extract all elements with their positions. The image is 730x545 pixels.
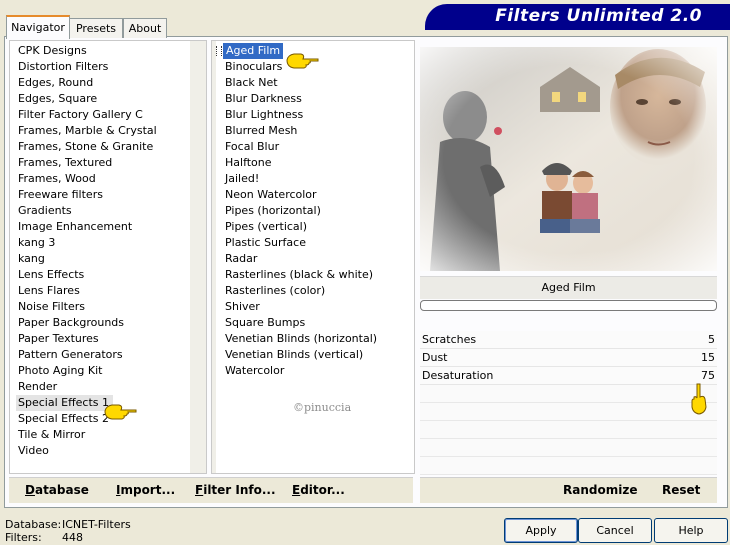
watermark-text: ©pinuccia (293, 401, 352, 414)
param-row-desaturation[interactable]: Desaturation 75 (420, 367, 717, 385)
tab-navigator[interactable]: Navigator (6, 15, 70, 39)
category-item[interactable]: Frames, Marble & Crystal (16, 123, 157, 139)
status-database-value: ICNET-Filters (62, 518, 131, 531)
filter-item[interactable]: Focal Blur (223, 139, 377, 155)
pointer-hand-icon (104, 404, 137, 420)
filter-item[interactable]: Plastic Surface (223, 235, 377, 251)
filter-item[interactable]: Rasterlines (black & white) (223, 267, 377, 283)
empty-param-slot (420, 439, 717, 457)
help-button[interactable]: Help (654, 518, 728, 543)
filter-info-button[interactable]: Filter Info... (195, 482, 276, 498)
category-item[interactable]: Freeware filters (16, 187, 157, 203)
filter-item[interactable]: Neon Watercolor (223, 187, 377, 203)
filter-item[interactable]: Venetian Blinds (vertical) (223, 347, 377, 363)
selected-filter-title: Aged Film (420, 276, 717, 299)
category-item[interactable]: Edges, Round (16, 75, 157, 91)
filter-item[interactable]: Radar (223, 251, 377, 267)
filter-item[interactable]: Venetian Blinds (horizontal) (223, 331, 377, 347)
apply-button[interactable]: Apply (504, 518, 578, 543)
param-row-dust[interactable]: Dust 15 (420, 349, 717, 367)
category-scrollbar[interactable] (190, 41, 206, 473)
filter-item[interactable]: Blurred Mesh (223, 123, 377, 139)
filter-item[interactable]: Shiver (223, 299, 377, 315)
progress-bar (420, 300, 717, 311)
category-item[interactable]: CPK Designs (16, 43, 157, 59)
filter-item[interactable]: Halftone (223, 155, 377, 171)
right-toolbar: Randomize Reset (420, 477, 717, 503)
empty-param-slot (420, 457, 717, 475)
param-value[interactable]: 15 (701, 349, 715, 366)
category-item[interactable]: Frames, Textured (16, 155, 157, 171)
filter-item[interactable]: Jailed! (223, 171, 377, 187)
category-item[interactable]: Photo Aging Kit (16, 363, 157, 379)
filter-item[interactable]: Black Net (223, 75, 377, 91)
status-filters-value: 448 (62, 531, 83, 544)
category-item[interactable]: Paper Textures (16, 331, 157, 347)
category-item[interactable]: Filter Factory Gallery C (16, 107, 157, 123)
filter-items: Aged Film Binoculars Black Net Blur Darknes… (223, 43, 377, 379)
empty-param-slot (420, 421, 717, 439)
param-label: Scratches (422, 333, 477, 346)
preview-image (420, 47, 717, 271)
cancel-button[interactable]: Cancel (578, 518, 652, 543)
category-item[interactable]: Edges, Square (16, 91, 157, 107)
randomize-button[interactable]: Randomize (563, 482, 637, 498)
category-item[interactable]: Paper Backgrounds (16, 315, 157, 331)
category-item[interactable]: kang 3 (16, 235, 157, 251)
category-item[interactable]: Noise Filters (16, 299, 157, 315)
tab-about[interactable]: About (123, 18, 167, 38)
category-item[interactable]: Frames, Stone & Granite (16, 139, 157, 155)
left-toolbar: Database Import... Filter Info... Editor… (9, 477, 413, 503)
empty-param-slot (420, 403, 717, 421)
param-label: Dust (422, 351, 448, 364)
param-row-scratches[interactable]: Scratches 5 (420, 331, 717, 349)
filter-item[interactable]: Square Bumps (223, 315, 377, 331)
filter-item[interactable]: Aged Film (223, 43, 284, 59)
category-item[interactable]: Distortion Filters (16, 59, 157, 75)
app-title: Filters Unlimited 2.0 (495, 6, 702, 26)
category-item[interactable]: Pattern Generators (16, 347, 157, 363)
filter-list-edge (212, 41, 216, 473)
filter-item[interactable]: Watercolor (223, 363, 377, 379)
filter-item[interactable]: Pipes (horizontal) (223, 203, 377, 219)
param-value[interactable]: 75 (701, 367, 715, 384)
database-button[interactable]: Database (25, 482, 89, 498)
category-item[interactable]: Image Enhancement (16, 219, 157, 235)
reset-button[interactable]: Reset (662, 482, 700, 498)
editor-button[interactable]: Editor... (292, 482, 345, 498)
category-item[interactable]: Gradients (16, 203, 157, 219)
app-banner: Filters Unlimited 2.0 (425, 4, 730, 30)
pointer-hand-up-icon (691, 383, 707, 415)
status-filters-label: Filters: (5, 531, 42, 544)
tab-presets[interactable]: Presets (69, 18, 123, 38)
category-item[interactable]: Lens Effects (16, 267, 157, 283)
category-item[interactable]: Render (16, 379, 157, 395)
drag-grip-icon (216, 46, 222, 56)
preview-artwork (420, 47, 717, 271)
filter-item[interactable]: Blur Darkness (223, 91, 377, 107)
category-item[interactable]: Video (16, 443, 157, 459)
category-item[interactable]: Frames, Wood (16, 171, 157, 187)
category-item[interactable]: Special Effects 1 (16, 395, 114, 411)
category-item[interactable]: Lens Flares (16, 283, 157, 299)
pointer-hand-icon (286, 53, 319, 69)
param-label: Desaturation (422, 369, 494, 382)
empty-param-slot (420, 385, 717, 403)
filter-item[interactable]: Rasterlines (color) (223, 283, 377, 299)
status-database-label: Database: (5, 518, 62, 531)
category-items: CPK Designs Distortion Filters Edges, Roun… (16, 43, 157, 459)
filter-item[interactable]: Pipes (vertical) (223, 219, 377, 235)
category-item[interactable]: kang (16, 251, 157, 267)
filter-item[interactable]: Blur Lightness (223, 107, 377, 123)
category-item[interactable]: Tile & Mirror (16, 427, 157, 443)
param-value[interactable]: 5 (708, 331, 715, 348)
import-button[interactable]: Import... (116, 482, 175, 498)
